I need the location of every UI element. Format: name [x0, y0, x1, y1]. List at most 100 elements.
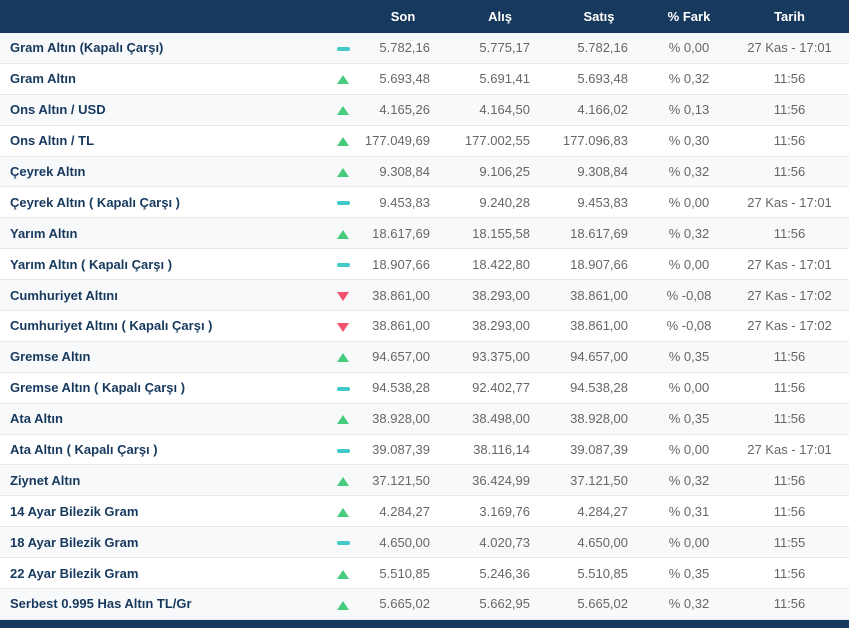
- instrument-name[interactable]: Ata Altın ( Kapalı Çarşı ): [0, 434, 330, 466]
- table-row[interactable]: Serbest 0.995 Has Altın TL/Gr 5.665,02 5.6…: [0, 588, 849, 620]
- instrument-name[interactable]: Yarım Altın: [0, 217, 330, 250]
- instrument-name[interactable]: Gremse Altın ( Kapalı Çarşı ): [0, 372, 330, 404]
- sell-price: 9.453,83: [550, 186, 648, 219]
- date: 27 Kas - 17:02: [730, 279, 849, 312]
- change-percent: % 0,32: [648, 217, 730, 250]
- instrument-name[interactable]: Cumhuriyet Altını ( Kapalı Çarşı ): [0, 310, 330, 342]
- header-date: Tarih: [730, 0, 849, 33]
- trend-up-icon: [337, 507, 349, 517]
- instrument-name[interactable]: Çeyrek Altın: [0, 156, 330, 188]
- buy-price: 38.116,14: [450, 434, 550, 466]
- trend-cell: [330, 279, 356, 312]
- trend-cell: [330, 526, 356, 559]
- change-percent: % -0,08: [648, 310, 730, 342]
- change-percent: % 0,32: [648, 464, 730, 497]
- header-empty: [0, 0, 356, 33]
- sell-price: 5.510,85: [550, 557, 648, 590]
- table-row[interactable]: Ata Altın ( Kapalı Çarşı ) 39.087,39 38.11…: [0, 434, 849, 466]
- table-row[interactable]: 22 Ayar Bilezik Gram 5.510,85 5.246,36 5.51…: [0, 557, 849, 590]
- trend-up-icon: [337, 137, 349, 147]
- change-percent: % 0,00: [648, 372, 730, 404]
- trend-up-icon: [337, 229, 349, 239]
- buy-price: 38.498,00: [450, 403, 550, 435]
- trend-cell: [330, 33, 356, 64]
- date: 11:56: [730, 557, 849, 590]
- last-price: 177.049,69: [356, 125, 450, 157]
- instrument-name[interactable]: Yarım Altın ( Kapalı Çarşı ): [0, 248, 330, 281]
- header-buy: Alış: [450, 0, 550, 33]
- date: 11:56: [730, 94, 849, 126]
- table-row[interactable]: Gram Altın 5.693,48 5.691,41 5.693,48% 0,32…: [0, 63, 849, 95]
- last-price: 18.617,69: [356, 217, 450, 250]
- instrument-name[interactable]: 18 Ayar Bilezik Gram: [0, 526, 330, 559]
- last-price: 5.665,02: [356, 588, 450, 620]
- instrument-name[interactable]: Gram Altın (Kapalı Çarşı): [0, 33, 330, 64]
- last-price: 38.861,00: [356, 310, 450, 342]
- table-row[interactable]: Gremse Altın 94.657,00 93.375,00 94.657,00%…: [0, 341, 849, 373]
- date: 11:56: [730, 372, 849, 404]
- table-row[interactable]: Ziynet Altın 37.121,50 36.424,99 37.121,50%…: [0, 464, 849, 497]
- last-price: 5.782,16: [356, 33, 450, 64]
- table-row[interactable]: Cumhuriyet Altını ( Kapalı Çarşı ) 38.861…: [0, 310, 849, 342]
- instrument-name[interactable]: Ons Altın / USD: [0, 94, 330, 126]
- last-price: 37.121,50: [356, 464, 450, 497]
- sell-price: 38.861,00: [550, 279, 648, 312]
- trend-down-icon: [337, 322, 349, 332]
- table-row[interactable]: 18 Ayar Bilezik Gram 4.650,00 4.020,73 4.65…: [0, 526, 849, 559]
- sell-price: 5.782,16: [550, 33, 648, 64]
- trend-cell: [330, 310, 356, 342]
- flat-dash-icon: [336, 263, 350, 268]
- sell-price: 37.121,50: [550, 464, 648, 497]
- date: 11:56: [730, 217, 849, 250]
- sell-price: 4.284,27: [550, 495, 648, 528]
- table-row[interactable]: Çeyrek Altın 9.308,84 9.106,25 9.308,84% 0,…: [0, 156, 849, 188]
- date: 27 Kas - 17:01: [730, 434, 849, 466]
- trend-cell: [330, 63, 356, 95]
- table-row[interactable]: 14 Ayar Bilezik Gram 4.284,27 3.169,76 4.28…: [0, 495, 849, 528]
- flat-dash-icon: [336, 47, 350, 51]
- table-row[interactable]: Gram Altın (Kapalı Çarşı) 5.782,16 5.775,1…: [0, 33, 849, 64]
- date: 27 Kas - 17:02: [730, 310, 849, 342]
- instrument-name[interactable]: 14 Ayar Bilezik Gram: [0, 495, 330, 528]
- sell-price: 38.928,00: [550, 403, 648, 435]
- trend-up-icon: [337, 168, 349, 178]
- instrument-name[interactable]: Çeyrek Altın ( Kapalı Çarşı ): [0, 186, 330, 219]
- instrument-name[interactable]: 22 Ayar Bilezik Gram: [0, 557, 330, 590]
- table-row[interactable]: Yarım Altın 18.617,69 18.155,58 18.617,69% …: [0, 217, 849, 250]
- buy-price: 177.002,55: [450, 125, 550, 157]
- header-change: % Fark: [648, 0, 730, 33]
- buy-price: 5.691,41: [450, 63, 550, 95]
- gold-prices-page: Son Alış Satış % Fark Tarih Gram Altın (…: [0, 0, 849, 628]
- last-price: 94.657,00: [356, 341, 450, 373]
- table-header-row: Son Alış Satış % Fark Tarih: [0, 0, 849, 33]
- table-body: Gram Altın (Kapalı Çarşı) 5.782,16 5.775,1…: [0, 33, 849, 620]
- sell-price: 4.650,00: [550, 526, 648, 559]
- buy-price: 5.246,36: [450, 557, 550, 590]
- last-price: 4.165,26: [356, 94, 450, 126]
- instrument-name[interactable]: Ziynet Altın: [0, 464, 330, 497]
- instrument-name[interactable]: Gremse Altın: [0, 341, 330, 373]
- table-row[interactable]: Cumhuriyet Altını 38.861,00 38.293,00 38.86…: [0, 279, 849, 312]
- table-row[interactable]: Yarım Altın ( Kapalı Çarşı ) 18.907,66 18.…: [0, 248, 849, 281]
- header-last: Son: [356, 0, 450, 33]
- flat-dash-icon: [336, 386, 350, 391]
- last-price: 9.453,83: [356, 186, 450, 219]
- buy-price: 3.169,76: [450, 495, 550, 528]
- buy-price: 18.155,58: [450, 217, 550, 250]
- instrument-name[interactable]: Ons Altın / TL: [0, 125, 330, 157]
- buy-price: 5.662,95: [450, 588, 550, 620]
- table-row[interactable]: Ons Altın / TL 177.049,69 177.002,55 177.09…: [0, 125, 849, 157]
- table-row[interactable]: Ons Altın / USD 4.165,26 4.164,50 4.166,02%…: [0, 94, 849, 126]
- trend-up-icon: [337, 106, 349, 116]
- instrument-name[interactable]: Ata Altın: [0, 403, 330, 435]
- last-price: 4.650,00: [356, 526, 450, 559]
- table-row[interactable]: Ata Altın 38.928,00 38.498,00 38.928,00% 0,…: [0, 403, 849, 435]
- instrument-name[interactable]: Gram Altın: [0, 63, 330, 95]
- instrument-name[interactable]: Cumhuriyet Altını: [0, 279, 330, 312]
- table-row[interactable]: Çeyrek Altın ( Kapalı Çarşı ) 9.453,83 9.2…: [0, 186, 849, 219]
- table-row[interactable]: Gremse Altın ( Kapalı Çarşı ) 94.538,28 92…: [0, 372, 849, 404]
- sell-price: 177.096,83: [550, 125, 648, 157]
- instrument-name[interactable]: Serbest 0.995 Has Altın TL/Gr: [0, 588, 330, 620]
- date: 27 Kas - 17:01: [730, 33, 849, 64]
- trend-cell: [330, 248, 356, 281]
